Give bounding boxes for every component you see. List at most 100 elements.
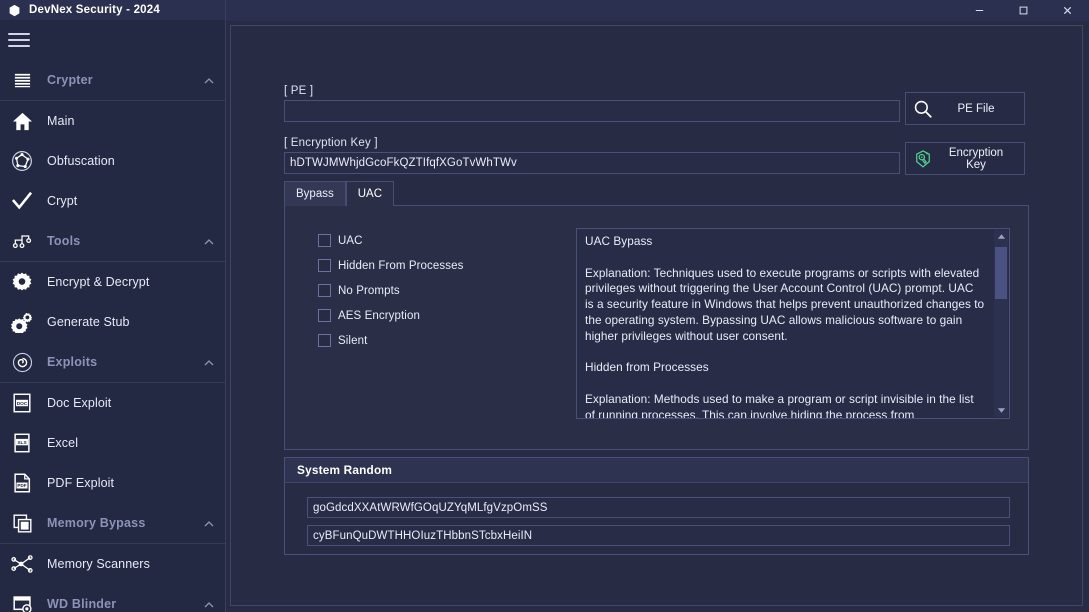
flow-chart-icon bbox=[9, 230, 35, 252]
close-button[interactable] bbox=[1045, 0, 1089, 21]
sidebar-group-label: Memory Bypass bbox=[47, 516, 146, 530]
system-random-title: System Random bbox=[285, 458, 1028, 483]
checkbox-row-uac[interactable]: UAC bbox=[318, 234, 463, 247]
checkbox-row-no-prompts[interactable]: No Prompts bbox=[318, 284, 463, 297]
tab-uac[interactable]: UAC bbox=[345, 181, 394, 206]
sidebar-item-label: PDF Exploit bbox=[47, 476, 115, 490]
sidebar-item-label: Main bbox=[47, 114, 75, 128]
explanation-scrollbar[interactable] bbox=[994, 230, 1008, 417]
checkbox-row-aes-encryption[interactable]: AES Encryption bbox=[318, 309, 463, 322]
hamburger-icon bbox=[8, 33, 30, 47]
sidebar-item-label: Generate Stub bbox=[47, 315, 130, 329]
sidebar-group-exploits[interactable]: Exploits bbox=[0, 342, 225, 383]
gear-icon bbox=[9, 270, 35, 294]
sidebar-item-label: Encrypt & Decrypt bbox=[47, 275, 150, 289]
encryption-key-button[interactable]: Encryption Key bbox=[905, 142, 1025, 175]
network-node-icon bbox=[9, 149, 35, 173]
chevron-up-icon bbox=[203, 235, 215, 247]
sidebar-item-doc-exploit[interactable]: DOC Doc Exploit bbox=[0, 383, 225, 423]
svg-text:DOC: DOC bbox=[17, 401, 28, 407]
crypter-panel: [ PE ] PE File [ Encryption Key ] hDTWJM… bbox=[230, 25, 1083, 606]
sidebar: DevNex Security - 2024 Crypter Main Obfu… bbox=[0, 0, 226, 612]
chevron-up-icon bbox=[203, 517, 215, 529]
sidebar-item-obfuscation[interactable]: Obfuscation bbox=[0, 141, 225, 181]
chevron-up-icon bbox=[203, 356, 215, 368]
sidebar-item-label: Doc Exploit bbox=[47, 396, 112, 410]
sidebar-group-memory-bypass[interactable]: Memory Bypass bbox=[0, 503, 225, 544]
sidebar-item-label: Excel bbox=[47, 436, 79, 450]
pe-label: [ PE ] bbox=[284, 85, 314, 97]
doc-file-icon: DOC bbox=[9, 391, 35, 415]
pdf-file-icon: PDF bbox=[9, 471, 35, 495]
app-brand: DevNex Security - 2024 bbox=[0, 0, 225, 20]
sidebar-group-label: Exploits bbox=[47, 355, 98, 369]
checkbox-label: AES Encryption bbox=[338, 309, 420, 322]
sidebar-item-excel[interactable]: XLS Excel bbox=[0, 423, 225, 463]
encryption-key-label: [ Encryption Key ] bbox=[284, 137, 378, 149]
svg-text:PDF: PDF bbox=[17, 483, 26, 488]
sidebar-item-label: Crypt bbox=[47, 194, 78, 208]
tabstrip: Bypass UAC bbox=[284, 181, 394, 206]
system-random-body bbox=[285, 483, 1028, 546]
scroll-down-button[interactable] bbox=[994, 404, 1008, 417]
content-area: [ PE ] PE File [ Encryption Key ] hDTWJM… bbox=[226, 21, 1089, 612]
uac-options-list: UAC Hidden From Processes No Prompts AES… bbox=[318, 234, 463, 347]
app-logo-icon bbox=[8, 4, 21, 17]
uac-tab-panel: UAC Hidden From Processes No Prompts AES… bbox=[284, 205, 1029, 450]
sidebar-item-main[interactable]: Main bbox=[0, 101, 225, 141]
sidebar-item-crypt[interactable]: Crypt bbox=[0, 181, 225, 221]
uac-explanation-box[interactable]: UAC Bypass Explanation: Techniques used … bbox=[576, 228, 1010, 419]
checkbox-aes-encryption[interactable] bbox=[318, 309, 331, 322]
home-icon bbox=[9, 109, 35, 133]
checkbox-label: No Prompts bbox=[338, 284, 400, 297]
sidebar-item-memory-scanners[interactable]: Memory Scanners bbox=[0, 544, 225, 584]
checkbox-row-silent[interactable]: Silent bbox=[318, 334, 463, 347]
uac-explanation-text: UAC Bypass Explanation: Techniques used … bbox=[585, 234, 985, 419]
chevron-up-icon bbox=[203, 74, 215, 86]
checkbox-silent[interactable] bbox=[318, 334, 331, 347]
checkbox-no-prompts[interactable] bbox=[318, 284, 331, 297]
sidebar-group-wd-blinder[interactable]: WD Blinder bbox=[0, 584, 225, 612]
search-icon bbox=[906, 99, 940, 119]
sidebar-item-encrypt-decrypt[interactable]: Encrypt & Decrypt bbox=[0, 262, 225, 302]
checkbox-label: Hidden From Processes bbox=[338, 259, 464, 272]
checkbox-label: Silent bbox=[338, 334, 368, 347]
check-icon bbox=[9, 189, 35, 213]
sidebar-item-label: Obfuscation bbox=[47, 154, 115, 168]
key-circle-icon bbox=[906, 149, 940, 169]
system-random-input-1[interactable] bbox=[307, 497, 1010, 518]
sidebar-item-pdf-exploit[interactable]: PDF PDF Exploit bbox=[0, 463, 225, 503]
checkbox-uac[interactable] bbox=[318, 234, 331, 247]
maximize-button[interactable] bbox=[1001, 0, 1045, 21]
system-random-input-2[interactable] bbox=[307, 525, 1010, 546]
sidebar-item-generate-stub[interactable]: Generate Stub bbox=[0, 302, 225, 342]
sidebar-toggle-button[interactable] bbox=[0, 20, 225, 60]
scrollbar-track[interactable] bbox=[994, 243, 1008, 404]
checkbox-hidden-from-processes[interactable] bbox=[318, 259, 331, 272]
chevron-up-icon bbox=[203, 598, 215, 610]
sidebar-group-label: WD Blinder bbox=[47, 597, 117, 611]
sidebar-group-label: Crypter bbox=[47, 73, 93, 87]
main-area: [ PE ] PE File [ Encryption Key ] hDTWJM… bbox=[226, 0, 1089, 612]
minimize-button[interactable] bbox=[957, 0, 1001, 21]
scroll-up-button[interactable] bbox=[994, 230, 1008, 243]
window-titlebar bbox=[226, 0, 1089, 21]
encryption-key-input[interactable] bbox=[284, 152, 900, 174]
scrollbar-thumb[interactable] bbox=[995, 247, 1007, 299]
checkbox-row-hidden-from-processes[interactable]: Hidden From Processes bbox=[318, 259, 463, 272]
window-eye-icon bbox=[9, 593, 35, 612]
sidebar-item-label: Memory Scanners bbox=[47, 557, 150, 571]
sidebar-group-label: Tools bbox=[47, 234, 81, 248]
layers-icon bbox=[9, 512, 35, 534]
system-random-group: System Random bbox=[284, 457, 1029, 555]
svg-text:XLS: XLS bbox=[17, 440, 26, 446]
application-window: DevNex Security - 2024 Crypter Main Obfu… bbox=[0, 0, 1089, 612]
pe-file-button[interactable]: PE File bbox=[905, 92, 1025, 125]
checkbox-label: UAC bbox=[338, 234, 363, 247]
spiral-icon bbox=[9, 351, 35, 373]
sidebar-group-crypter[interactable]: Crypter bbox=[0, 60, 225, 101]
pe-file-button-label: PE File bbox=[957, 102, 995, 115]
pe-input[interactable] bbox=[284, 100, 900, 122]
tab-bypass[interactable]: Bypass bbox=[284, 181, 346, 206]
sidebar-group-tools[interactable]: Tools bbox=[0, 221, 225, 262]
